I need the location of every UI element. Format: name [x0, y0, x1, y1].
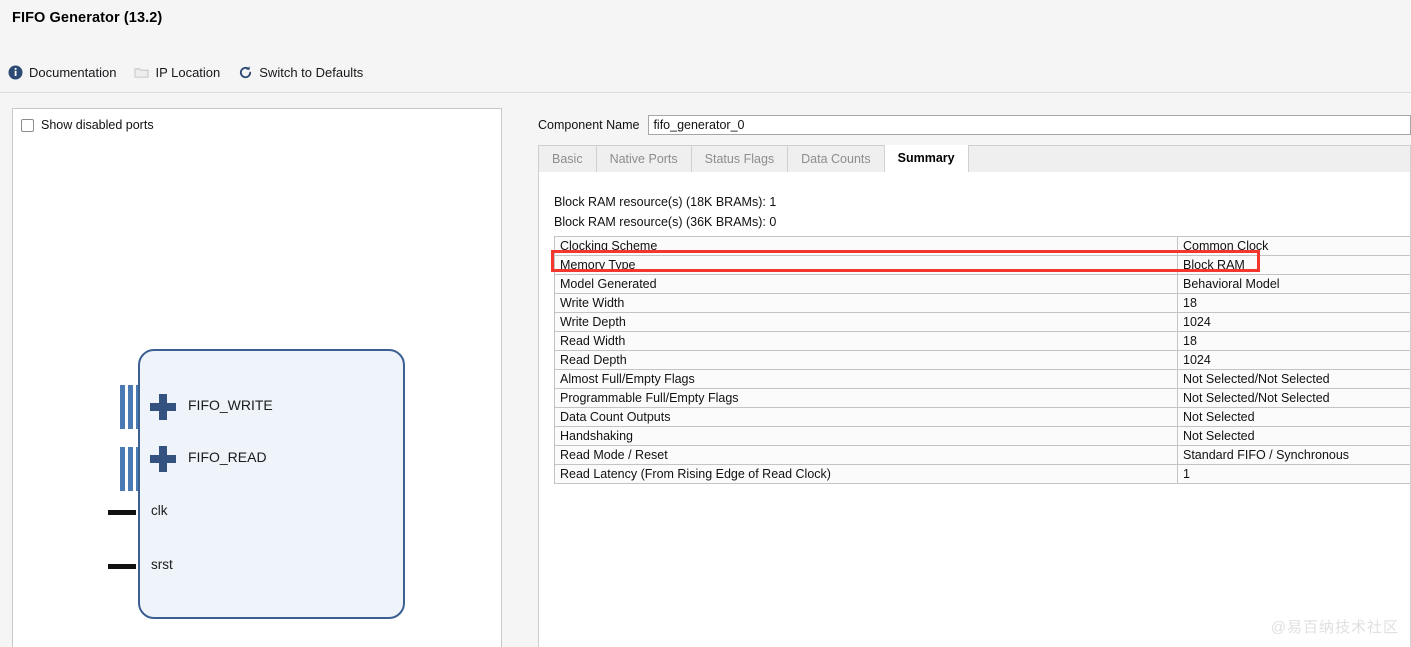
tab-status-flags[interactable]: Status Flags [692, 146, 789, 172]
summary-key: Data Count Outputs [554, 407, 1178, 427]
bram-18k-text: Block RAM resource(s) (18K BRAMs): 1 [554, 195, 777, 209]
tab-data-counts[interactable]: Data Counts [788, 146, 885, 172]
table-row: Read Depth 1024 [554, 350, 1410, 370]
summary-value: Not Selected/Not Selected [1177, 388, 1410, 408]
port-label-clk: clk [151, 503, 168, 518]
show-disabled-ports-checkbox[interactable] [21, 118, 34, 132]
summary-value: 1024 [1177, 312, 1410, 332]
expand-fifo-read-icon[interactable] [150, 446, 176, 472]
summary-value: 1 [1177, 464, 1410, 484]
summary-table: Clocking Scheme Common Clock Memory Type… [554, 236, 1410, 484]
summary-value: Common Clock [1177, 236, 1410, 256]
toolbar-item-label: IP Location [155, 64, 221, 80]
port-label-fifo-read: FIFO_READ [188, 449, 267, 465]
symbol-panel: Show disabled ports FIFO_WRITE FIFO_READ… [12, 108, 502, 647]
toolbar-item-ip-location[interactable]: IP Location [134, 65, 220, 80]
table-row: Write Depth 1024 [554, 312, 1410, 332]
summary-key: Model Generated [554, 274, 1178, 294]
header-divider [0, 92, 1411, 93]
summary-key: Read Width [554, 331, 1178, 351]
table-row: Read Mode / Reset Standard FIFO / Synchr… [554, 445, 1410, 465]
table-row: Write Width 18 [554, 293, 1410, 313]
toolbar-item-switch-to-defaults[interactable]: Switch to Defaults [238, 65, 363, 80]
toolbar: Documentation IP Location Switch to Defa… [8, 62, 363, 82]
summary-value: Not Selected/Not Selected [1177, 369, 1410, 389]
bus-stub-fifo-read [120, 447, 138, 491]
tab-bar: Basic Native Ports Status Flags Data Cou… [538, 145, 1411, 172]
summary-value: 18 [1177, 331, 1410, 351]
tab-native-ports[interactable]: Native Ports [597, 146, 692, 172]
component-name-input[interactable] [648, 115, 1411, 135]
port-label-fifo-write: FIFO_WRITE [188, 397, 273, 413]
config-panel: Component Name Basic Native Ports Status… [530, 108, 1411, 647]
summary-value: 18 [1177, 293, 1410, 313]
table-row: Model Generated Behavioral Model [554, 274, 1410, 294]
summary-key: Handshaking [554, 426, 1178, 446]
summary-key: Write Width [554, 293, 1178, 313]
folder-icon [134, 65, 149, 80]
toolbar-item-documentation[interactable]: Documentation [8, 65, 116, 80]
summary-value: 1024 [1177, 350, 1410, 370]
symbol-block-body [138, 349, 405, 619]
summary-key: Read Latency (From Rising Edge of Read C… [554, 464, 1178, 484]
refresh-icon [238, 65, 253, 80]
show-disabled-ports-label: Show disabled ports [41, 118, 154, 132]
component-name-label: Component Name [538, 118, 640, 132]
bram-36k-text: Block RAM resource(s) (36K BRAMs): 0 [554, 215, 777, 229]
bus-stub-fifo-write [120, 385, 138, 429]
fifo-generator-dialog: FIFO Generator (13.2) Documentation IP L… [0, 0, 1411, 647]
summary-tab-content: Block RAM resource(s) (18K BRAMs): 1 Blo… [538, 172, 1411, 647]
page-title: FIFO Generator (13.2) [12, 10, 163, 26]
port-label-srst: srst [151, 557, 173, 572]
tab-summary[interactable]: Summary [884, 145, 969, 172]
summary-table-body: Clocking Scheme Common Clock Memory Type… [554, 236, 1410, 484]
table-row: Almost Full/Empty Flags Not Selected/Not… [554, 369, 1410, 389]
summary-key: Memory Type [554, 255, 1178, 275]
component-name-row: Component Name [538, 115, 1411, 135]
table-row: Read Latency (From Rising Edge of Read C… [554, 464, 1410, 484]
wire-stub-srst [108, 564, 136, 569]
watermark: @易百纳技术社区 [1270, 619, 1399, 636]
table-row: Programmable Full/Empty Flags Not Select… [554, 388, 1410, 408]
expand-fifo-write-icon[interactable] [150, 394, 176, 420]
summary-value: Not Selected [1177, 426, 1410, 446]
summary-key: Clocking Scheme [554, 236, 1178, 256]
summary-value: Block RAM [1177, 255, 1410, 275]
wire-stub-clk [108, 510, 136, 515]
table-row: Data Count Outputs Not Selected [554, 407, 1410, 427]
summary-key: Almost Full/Empty Flags [554, 369, 1178, 389]
table-row: Memory Type Block RAM [554, 255, 1410, 275]
summary-value: Standard FIFO / Synchronous [1177, 445, 1410, 465]
summary-value: Not Selected [1177, 407, 1410, 427]
summary-key: Programmable Full/Empty Flags [554, 388, 1178, 408]
summary-key: Read Mode / Reset [554, 445, 1178, 465]
show-disabled-ports-row[interactable]: Show disabled ports [21, 118, 154, 132]
info-icon [8, 65, 23, 80]
summary-key: Write Depth [554, 312, 1178, 332]
summary-key: Read Depth [554, 350, 1178, 370]
table-row: Clocking Scheme Common Clock [554, 236, 1410, 256]
summary-value: Behavioral Model [1177, 274, 1410, 294]
table-row: Read Width 18 [554, 331, 1410, 351]
table-row: Handshaking Not Selected [554, 426, 1410, 446]
toolbar-item-label: Documentation [29, 64, 117, 80]
tab-basic[interactable]: Basic [539, 146, 597, 172]
toolbar-item-label: Switch to Defaults [259, 64, 364, 80]
